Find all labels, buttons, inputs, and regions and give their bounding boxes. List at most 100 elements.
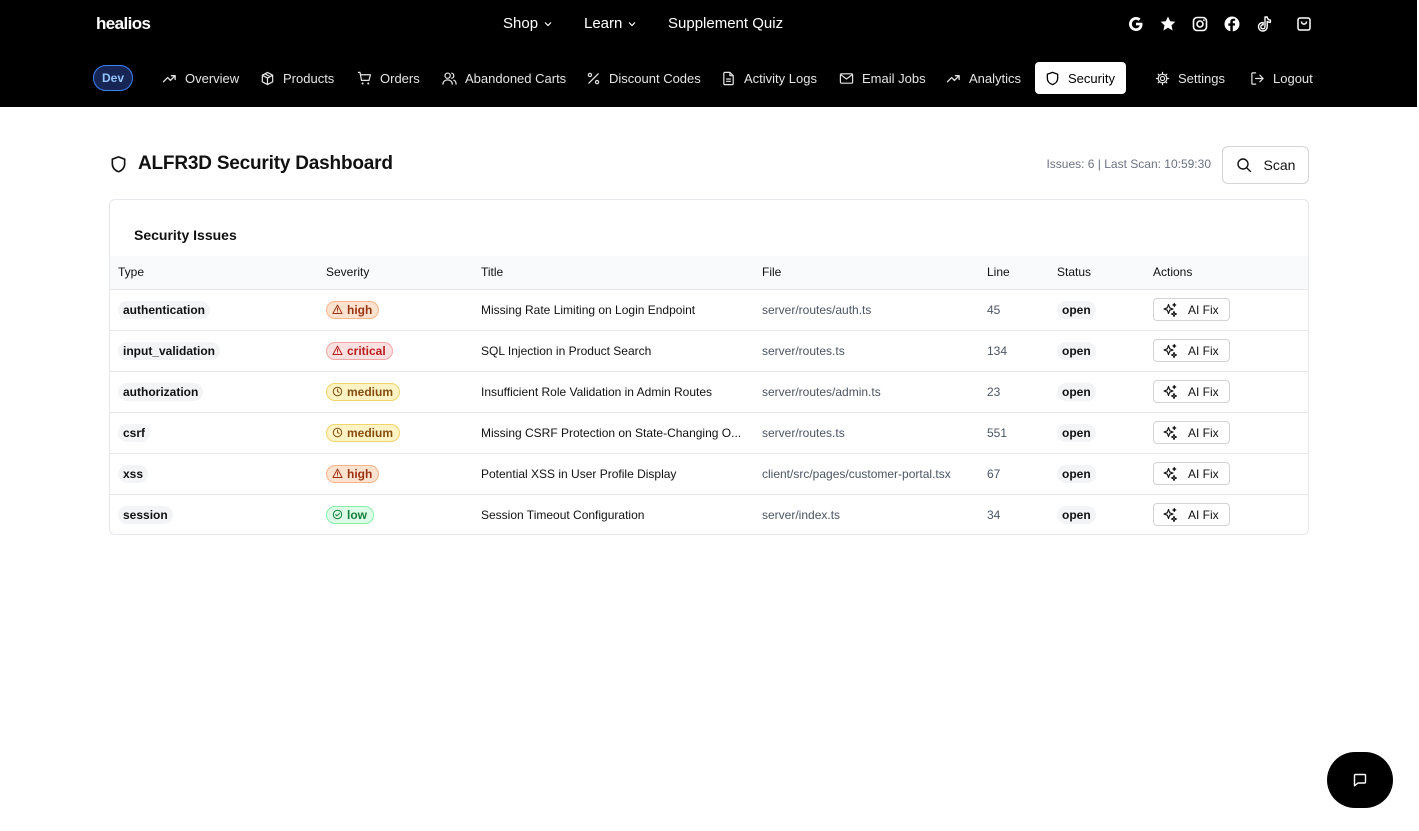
page-title: ALFR3D Security Dashboard [109,153,393,175]
nav-item-discount-codes[interactable]: Discount Codes [576,62,711,94]
top-nav-learn-label: Learn [584,15,623,32]
nav-item-products[interactable]: Products [250,62,344,94]
issue-line: 67 [987,466,1001,481]
nav-item-email-jobs[interactable]: Email Jobs [829,62,936,94]
type-badge: session [118,505,173,524]
instagram-icon[interactable] [1191,15,1209,33]
table-row: csrf medium Missing CSRF Protection on S… [110,412,1308,453]
clock-icon [332,386,343,397]
percent-icon [587,72,600,84]
top-nav-learn[interactable]: Learn [584,15,637,32]
ai-fix-label: AI Fix [1188,343,1219,358]
sparkles-icon [1163,302,1178,317]
nav-item-security[interactable]: Security [1035,62,1126,94]
nav-item-logout[interactable]: Logout [1240,62,1323,94]
alert-triangle-icon [332,468,343,478]
table-row: input_validation critical SQL Injection … [110,330,1308,371]
shield-icon [1046,71,1059,85]
nav-item-orders[interactable]: Orders [347,62,430,94]
severity-label: medium [347,384,394,399]
shield-icon [111,155,126,173]
top-bar: healios Shop Learn Supplement Quiz Dev O… [0,0,1417,107]
ai-fix-button[interactable]: AI Fix [1153,298,1230,321]
ai-fix-label: AI Fix [1188,507,1219,522]
status-badge: open [1057,300,1096,319]
column-header: Line [987,265,1010,280]
trending-up-icon [946,74,960,82]
nav-item-settings[interactable]: Settings [1145,62,1235,94]
trending-up-icon [162,74,176,82]
nav-item-label: Security [1068,70,1115,86]
top-nav-supplement-quiz[interactable]: Supplement Quiz [668,15,783,32]
users-icon [442,71,457,85]
issue-title: Session Timeout Configuration [481,507,645,522]
star-icon[interactable] [1159,15,1177,33]
facebook-icon[interactable] [1223,15,1241,33]
severity-badge: high [326,300,380,319]
nav-item-label: Products [283,70,335,86]
logout-icon [1251,71,1264,85]
nav-item-label: Email Jobs [862,70,926,86]
type-badge: authentication [118,300,211,319]
issue-file: server/routes.ts [762,425,845,440]
gear-icon [1155,71,1170,85]
type-badge: xss [118,464,149,483]
google-icon[interactable] [1127,15,1145,33]
nav-item-label: Abandoned Carts [465,70,567,86]
ai-fix-button[interactable]: AI Fix [1153,421,1230,444]
status-badge: open [1057,382,1096,401]
severity-badge: critical [326,341,393,360]
nav-item-overview[interactable]: Overview [152,62,249,94]
status-badge: open [1057,341,1096,360]
issue-file: server/routes.ts [762,343,845,358]
nav-item-label: Settings [1178,70,1225,86]
severity-label: low [347,507,367,522]
shopping-bag-icon[interactable] [1295,15,1313,33]
page-title-text: ALFR3D Security Dashboard [138,153,393,174]
ai-fix-button[interactable]: AI Fix [1153,339,1230,362]
check-circle-icon [332,510,343,520]
ai-fix-button[interactable]: AI Fix [1153,462,1230,485]
issue-line: 134 [987,343,1008,358]
card-title: Security Issues [134,227,237,243]
top-nav-shop[interactable]: Shop [503,15,553,32]
ai-fix-label: AI Fix [1188,466,1219,481]
issue-line: 551 [987,425,1008,440]
nav-item-abandoned-carts[interactable]: Abandoned Carts [432,62,576,94]
issues-table: Type Severity Title File Line Status Act… [110,256,1308,534]
sparkles-icon [1163,466,1178,481]
issue-title: Missing CSRF Protection on State-Changin… [481,425,742,440]
issue-line: 34 [987,507,1001,522]
issue-title: Potential XSS in User Profile Display [481,466,677,481]
nav-item-activity-logs[interactable]: Activity Logs [711,62,827,94]
sparkles-icon [1163,507,1178,522]
tiktok-icon[interactable] [1255,15,1273,33]
scan-meta: Issues: 6 | Last Scan: 10:59:30 [1046,157,1211,171]
ai-fix-label: AI Fix [1188,384,1219,399]
issue-file: client/src/pages/customer-portal.tsx [762,466,951,481]
package-icon [261,71,274,85]
table-row: authorization medium Insufficient Role V… [110,371,1308,412]
ai-fix-label: AI Fix [1188,302,1219,317]
issue-title: Missing Rate Limiting on Login Endpoint [481,302,696,317]
issue-title: Insufficient Role Validation in Admin Ro… [481,384,713,399]
ai-fix-button[interactable]: AI Fix [1153,503,1230,527]
scan-button-label: Scan [1263,157,1296,173]
severity-badge: low [326,505,374,524]
scan-button[interactable]: Scan [1222,146,1309,184]
admin-nav: Dev Overview Products Orders Abandoned C… [0,62,1417,94]
table-header-row: Type Severity Title File Line Status Act… [110,256,1308,289]
env-badge: Dev [93,65,133,91]
sparkles-icon [1163,425,1178,440]
status-badge: open [1057,423,1096,442]
issue-line: 23 [987,384,1001,399]
ai-fix-button[interactable]: AI Fix [1153,380,1230,403]
search-icon [1236,158,1251,173]
nav-item-analytics[interactable]: Analytics [936,62,1031,94]
chat-button[interactable] [1327,752,1393,808]
severity-label: high [347,466,373,481]
nav-item-label: Logout [1273,70,1313,86]
top-nav-shop-label: Shop [503,15,539,32]
type-badge: authorization [118,382,204,401]
ai-fix-label: AI Fix [1188,425,1219,440]
